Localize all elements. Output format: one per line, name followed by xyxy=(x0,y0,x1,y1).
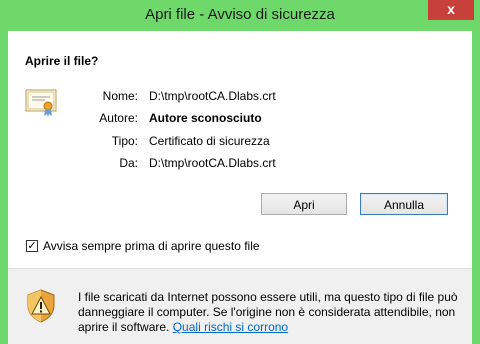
from-value: D:\tmp\rootCA.Dlabs.crt xyxy=(149,156,276,170)
author-label: Autore: xyxy=(99,111,138,125)
name-label: Nome: xyxy=(102,89,138,103)
type-value: Certificato di sicurezza xyxy=(149,134,270,148)
open-button[interactable]: Apri xyxy=(261,193,347,215)
always-warn-checkbox[interactable]: ✓ xyxy=(26,240,38,252)
certificate-icon xyxy=(25,87,59,122)
security-warning-text: I file scaricati da Internet possono ess… xyxy=(78,290,463,335)
author-value: Autore sconosciuto xyxy=(149,111,262,125)
dialog-body: Aprire il file? Nome: D:\tmp\rootCA.Dlab… xyxy=(8,31,472,344)
risks-link[interactable]: Quali rischi si corrono xyxy=(173,320,288,334)
title-bar[interactable]: Apri file - Avviso di sicurezza x xyxy=(0,0,480,31)
cancel-button[interactable]: Annulla xyxy=(360,193,448,215)
file-info-panel: Aprire il file? Nome: D:\tmp\rootCA.Dlab… xyxy=(8,31,472,269)
name-value: D:\tmp\rootCA.Dlabs.crt xyxy=(149,89,276,103)
always-warn-label[interactable]: Avvisa sempre prima di aprire questo fil… xyxy=(43,239,260,253)
window-title: Apri file - Avviso di sicurezza xyxy=(145,6,335,23)
type-label: Tipo: xyxy=(111,134,138,148)
close-button[interactable]: x xyxy=(428,0,474,20)
from-label: Da: xyxy=(119,156,138,170)
shield-warning-icon xyxy=(26,289,56,326)
dialog-heading: Aprire il file? xyxy=(25,54,99,68)
dialog-window: Apri file - Avviso di sicurezza x Aprire… xyxy=(0,0,480,344)
